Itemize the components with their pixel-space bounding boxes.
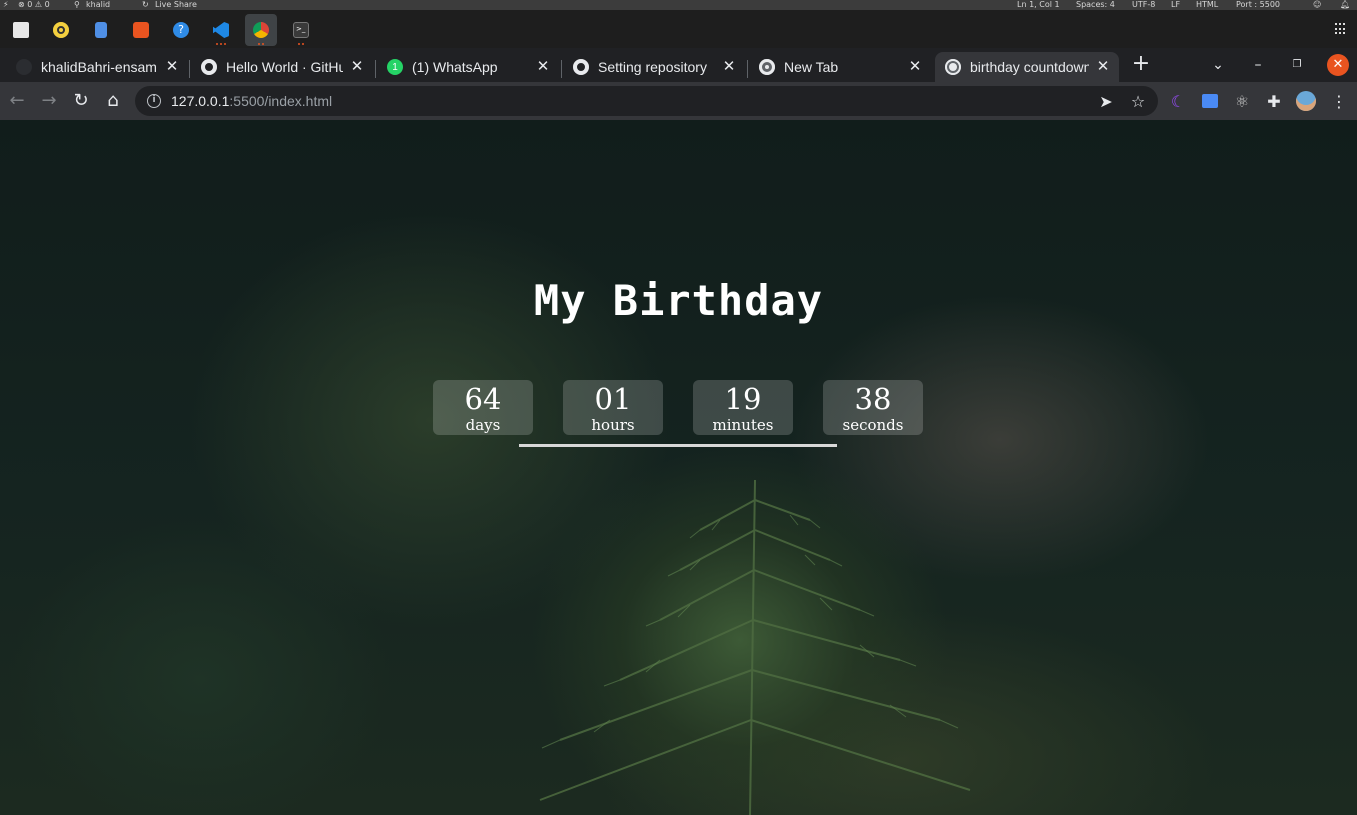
whatsapp-icon: 1	[387, 59, 403, 75]
tab-title: birthday countdown	[970, 59, 1089, 75]
feedback-icon[interactable]: ☺	[1313, 0, 1321, 10]
chrome-icon	[253, 22, 269, 38]
tab-strip: khalidBahri-ensam ✕ Hello World · GitHub…	[0, 48, 1357, 82]
site-info-icon[interactable]: i	[147, 94, 161, 108]
hours-value: 01	[594, 382, 632, 416]
rhythmbox-icon	[53, 22, 69, 38]
tab-title: khalidBahri-ensam	[41, 59, 157, 75]
close-icon[interactable]: ✕	[349, 59, 365, 75]
rhythmbox-app[interactable]	[45, 14, 77, 46]
encoding[interactable]: UTF-8	[1132, 0, 1155, 10]
avatar[interactable]	[1296, 91, 1316, 111]
browser-toolbar: ← → ↻ ⌂ i 127.0.0.1 :5500/index.html ➤ ☆…	[0, 82, 1357, 120]
git-user[interactable]: khalid	[86, 0, 110, 10]
software-app[interactable]	[125, 14, 157, 46]
close-icon[interactable]: ✕	[1095, 59, 1111, 75]
tab-birthday-countdown[interactable]: birthday countdown ✕	[935, 52, 1119, 82]
home-icon[interactable]: ⌂	[102, 90, 124, 112]
menu-kebab-icon[interactable]: ⋮	[1329, 91, 1349, 111]
tab-search-icon[interactable]: ⌄	[1207, 54, 1229, 76]
minimize-icon[interactable]: –	[1247, 54, 1269, 76]
tab-title: (1) WhatsApp	[412, 59, 498, 75]
new-tab-button[interactable]: +	[1130, 53, 1152, 75]
github-icon	[201, 59, 217, 75]
app-grid-icon[interactable]	[1335, 23, 1347, 35]
tab-khalid[interactable]: khalidBahri-ensam ✕	[6, 52, 188, 82]
chrome-icon	[759, 59, 775, 75]
tab-title: Hello World · GitHub	[226, 59, 343, 75]
terminal-app[interactable]: >_	[285, 14, 317, 46]
tab-title: Setting repository	[598, 59, 707, 75]
reload-icon[interactable]: ↻	[70, 90, 92, 112]
live-share-button[interactable]: Live Share	[155, 0, 197, 10]
back-icon[interactable]: ←	[6, 90, 28, 112]
text-editor-icon	[95, 22, 107, 38]
terminal-icon: >_	[293, 22, 309, 38]
software-icon	[133, 22, 149, 38]
translate-extension-icon[interactable]	[1200, 91, 1220, 111]
vscode-app[interactable]	[205, 14, 237, 46]
close-icon[interactable]: ✕	[535, 59, 551, 75]
files-icon	[13, 22, 29, 38]
close-icon[interactable]: ✕	[721, 59, 737, 75]
url-host: 127.0.0.1	[171, 93, 230, 109]
url-path: :5500/index.html	[229, 93, 333, 109]
forward-icon[interactable]: →	[38, 90, 60, 112]
notifications-icon[interactable]: 🔔︎	[1340, 0, 1350, 10]
text-editor-app[interactable]	[85, 14, 117, 46]
close-icon[interactable]: ✕	[907, 59, 923, 75]
vscode-icon	[213, 22, 229, 38]
help-icon: ?	[173, 22, 189, 38]
help-app[interactable]: ?	[165, 14, 197, 46]
files-app[interactable]	[5, 14, 37, 46]
countdown-minutes: 19 minutes	[693, 380, 793, 435]
countdown-underline	[519, 444, 837, 447]
tab-hello-world[interactable]: Hello World · GitHub ✕	[191, 52, 373, 82]
countdown-hours: 01 hours	[563, 380, 663, 435]
extensions-puzzle-icon[interactable]: ✚	[1264, 91, 1284, 111]
taskbar: ? >_	[0, 10, 1357, 48]
address-bar[interactable]: i 127.0.0.1 :5500/index.html	[135, 86, 1158, 116]
globe-icon	[945, 59, 961, 75]
hours-label: hours	[591, 416, 635, 434]
github-icon	[573, 59, 589, 75]
days-label: days	[465, 416, 501, 434]
seconds-value: 38	[854, 382, 892, 416]
dark-mode-extension-icon[interactable]: ☾	[1168, 91, 1188, 111]
tab-whatsapp[interactable]: 1 (1) WhatsApp ✕	[377, 52, 559, 82]
forest-background-image	[539, 479, 971, 815]
minutes-value: 19	[724, 382, 762, 416]
countdown-seconds: 38 seconds	[823, 380, 923, 435]
indentation[interactable]: Spaces: 4	[1076, 0, 1115, 10]
days-value: 64	[464, 382, 502, 416]
react-devtools-icon[interactable]: ⚛	[1232, 91, 1252, 111]
send-icon[interactable]: ➤	[1096, 91, 1116, 111]
live-server-port[interactable]: Port : 5500	[1236, 0, 1280, 10]
cursor-position[interactable]: Ln 1, Col 1	[1017, 0, 1060, 10]
language-mode[interactable]: HTML	[1196, 0, 1218, 10]
window-close-icon[interactable]: ✕	[1327, 54, 1349, 76]
vscode-status-bar: ⚡ ⊗ 0 ⚠ 0 ⚲ khalid ↻ Live Share Ln 1, Co…	[0, 0, 1357, 10]
minutes-label: minutes	[712, 416, 774, 434]
countdown-days: 64 days	[433, 380, 533, 435]
page-viewport: My Birthday 64 days 01 hours 19 minutes …	[0, 120, 1357, 815]
problems-status[interactable]: ⊗ 0 ⚠ 0	[18, 0, 50, 10]
end-of-line[interactable]: LF	[1171, 0, 1180, 10]
restore-icon[interactable]: ❐	[1286, 54, 1308, 76]
remote-icon[interactable]: ⚡	[3, 0, 9, 10]
chrome-app[interactable]	[245, 14, 277, 46]
tab-title: New Tab	[784, 59, 839, 75]
tab-setting-repository[interactable]: Setting repository ✕	[563, 52, 745, 82]
countdown: 64 days 01 hours 19 minutes 38 seconds	[433, 380, 923, 435]
close-icon[interactable]: ✕	[164, 59, 180, 75]
live-share-icon: ↻	[142, 0, 149, 9]
github-icon	[16, 59, 32, 75]
page-title: My Birthday	[533, 276, 824, 325]
tab-new-tab[interactable]: New Tab ✕	[749, 52, 931, 82]
account-icon: ⚲	[74, 0, 80, 9]
bookmark-star-icon[interactable]: ☆	[1128, 91, 1148, 111]
seconds-label: seconds	[842, 416, 904, 434]
